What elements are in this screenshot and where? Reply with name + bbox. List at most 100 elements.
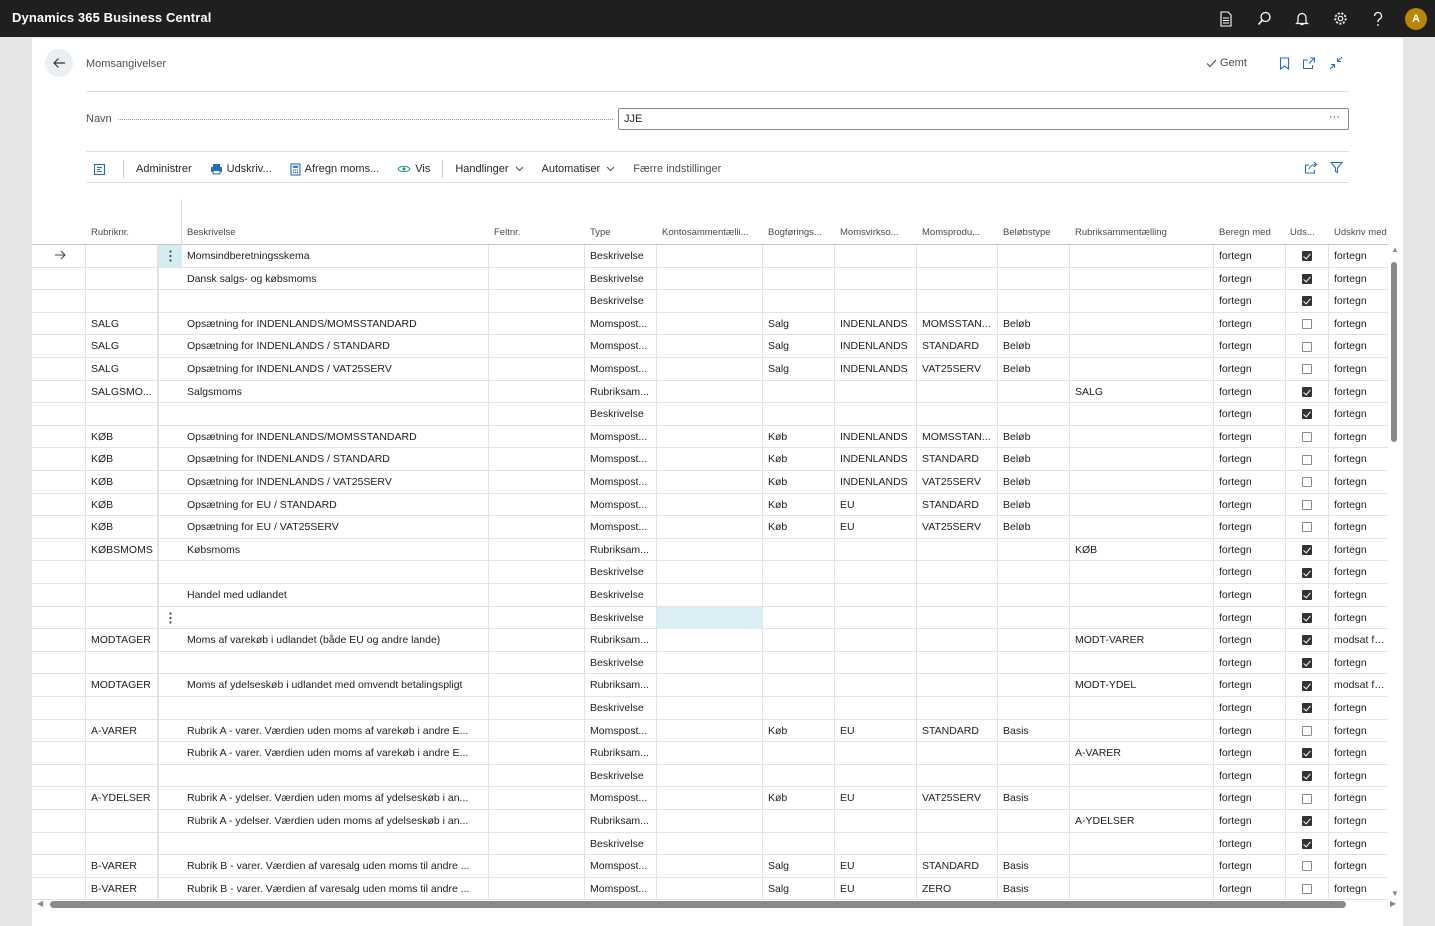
cell-rubriksammentaelling[interactable] [1070, 832, 1214, 856]
table-row[interactable]: Beskrivelse fortegn fortegn [32, 651, 1389, 675]
cell-beloebstype[interactable] [998, 674, 1070, 697]
cell-udskriv-med[interactable]: fortegn [1329, 245, 1389, 268]
row-selector[interactable] [32, 561, 86, 584]
cell-beloebstype[interactable] [998, 538, 1070, 562]
cell-beskrivelse[interactable]: Opsætning for INDENLANDS / VAT25SERV [182, 471, 489, 494]
cell-beskrivelse[interactable]: Opsætning for EU / VAT25SERV [182, 516, 489, 539]
col-momsvirksomhed-header[interactable]: Momsvirkso... [835, 221, 917, 245]
table-row[interactable]: KØBSMOMS Købsmoms Rubriksam... KØB fortegn fo… [32, 538, 1388, 562]
print-checkbox[interactable] [1302, 590, 1312, 601]
cell-momsprodukt[interactable]: VAT25SERV [917, 471, 998, 494]
col-udskriv-header[interactable]: Uds... [1286, 221, 1329, 245]
cell-momsprodukt[interactable] [917, 245, 998, 268]
print-checkbox[interactable] [1302, 771, 1312, 782]
cell-type[interactable]: Beskrivelse [585, 267, 657, 291]
cell-type[interactable]: Momspost... [585, 448, 657, 471]
cell-kontosammentaelling[interactable] [657, 651, 763, 675]
cell-beloebstype[interactable] [998, 290, 1070, 313]
table-row[interactable]: KØB Opsætning for INDENLANDS/MOMSSTANDARD… [32, 425, 1388, 449]
cell-udskriv-med[interactable]: fortegn [1329, 335, 1389, 358]
cell-momsprodukt[interactable]: STANDARD [917, 493, 998, 517]
cell-rubriksammentaelling[interactable]: SALG [1070, 380, 1214, 404]
cell-udskriv-med[interactable]: fortegn [1329, 313, 1389, 336]
row-selector[interactable] [32, 493, 86, 517]
col-beregn-med-header[interactable]: Beregn med [1214, 221, 1286, 245]
table-row[interactable]: Beskrivelse fortegn fortegn [32, 697, 1388, 720]
cell-bogfoeringstype[interactable]: Salg [763, 312, 835, 336]
cell-kontosammentaelling[interactable] [657, 493, 763, 517]
table-row[interactable]: SALG Opsætning for INDENLANDS/MOMSSTANDAR… [32, 312, 1389, 336]
cell-beregn-med[interactable]: fortegn [1214, 403, 1286, 426]
action-udskriv[interactable]: Udskriv... [201, 156, 281, 182]
cell-momsprodukt[interactable]: MOMSSTAN... [917, 425, 998, 449]
cell-beregn-med[interactable]: fortegn [1214, 290, 1286, 313]
cell-momsprodukt[interactable] [917, 697, 998, 720]
row-selector[interactable] [32, 674, 86, 697]
cell-beregn-med[interactable]: fortegn [1214, 629, 1286, 652]
print-checkbox[interactable] [1302, 319, 1312, 330]
print-checkbox[interactable] [1302, 364, 1312, 375]
cell-momsvirksomhed[interactable]: EU [835, 719, 917, 743]
cell-momsvirksomhed[interactable]: EU [835, 787, 917, 810]
row-selector[interactable] [32, 358, 86, 381]
cell-udskriv-med[interactable]: fortegn [1329, 742, 1389, 765]
cell-type[interactable]: Beskrivelse [585, 403, 657, 426]
cell-kontosammentaelling[interactable] [657, 403, 763, 426]
cell-momsvirksomhed[interactable]: EU [835, 493, 917, 517]
table-row[interactable]: B-VARER Rubrik B - varer. Værdien af vare… [32, 855, 1388, 878]
cell-rubriksammentaelling[interactable]: A-VARER [1070, 742, 1214, 765]
cell-momsvirksomhed[interactable] [835, 742, 917, 765]
cell-udskriv-med[interactable]: fortegn [1329, 381, 1389, 404]
horizontal-scrollbar[interactable]: ◀ ▶ [32, 898, 1403, 910]
cell-bogfoeringstype[interactable] [763, 810, 835, 833]
cell-beloebstype[interactable]: Basis [998, 787, 1070, 810]
cell-udskriv-med[interactable]: fortegn [1329, 697, 1389, 720]
cell-beskrivelse[interactable]: Opsætning for EU / STANDARD [182, 493, 489, 517]
cell-type[interactable]: Momspost... [585, 312, 657, 336]
cell-kontosammentaelling[interactable] [657, 471, 763, 494]
cell-beregn-med[interactable]: fortegn [1214, 358, 1286, 381]
table-row[interactable]: SALGSMO... Salgsmoms Rubriksam... SALG forte… [32, 380, 1389, 404]
table-row[interactable]: KØB Opsætning for EU / STANDARD Momspost..… [32, 493, 1388, 517]
cell-udskriv-med[interactable]: fortegn [1329, 652, 1389, 675]
open-new-window-icon[interactable] [1301, 55, 1317, 71]
cell-udskriv-med[interactable]: fortegn [1329, 403, 1389, 426]
table-row[interactable]: KØB Opsætning for INDENLANDS / VAT25SERV M… [32, 471, 1388, 494]
row-selector[interactable] [32, 380, 86, 404]
cell-rubriknr[interactable]: KØB [86, 425, 158, 449]
cell-rubriksammentaelling[interactable]: MODT-VARER [1070, 629, 1214, 652]
row-selector[interactable] [32, 855, 86, 878]
scroll-down-icon[interactable]: ▼ [1391, 889, 1399, 898]
cell-beregn-med[interactable]: fortegn [1214, 493, 1286, 517]
cell-momsvirksomhed[interactable]: INDENLANDS [835, 471, 917, 494]
cell-beregn-med[interactable]: fortegn [1214, 742, 1286, 765]
cell-udskriv-med[interactable]: fortegn [1329, 290, 1389, 313]
cell-beregn-med[interactable]: fortegn [1214, 380, 1286, 404]
cell-beloebstype[interactable] [998, 697, 1070, 720]
print-checkbox[interactable] [1302, 545, 1312, 556]
cell-rubriknr[interactable] [86, 290, 158, 313]
cell-beskrivelse[interactable]: Dansk salgs- og købsmoms [182, 267, 489, 291]
col-beskrivelse-header[interactable]: Beskrivelse [182, 221, 489, 245]
cell-beregn-med[interactable]: fortegn [1214, 832, 1286, 856]
cell-udskriv-med[interactable]: fortegn [1329, 765, 1389, 788]
cell-udskriv-med[interactable]: fortegn [1329, 855, 1389, 878]
cell-kontosammentaelling[interactable] [657, 245, 763, 268]
cell-momsprodukt[interactable] [917, 651, 998, 675]
cell-feltnr[interactable] [489, 358, 585, 381]
cell-bogfoeringstype[interactable] [763, 245, 835, 268]
cell-kontosammentaelling[interactable] [657, 425, 763, 449]
table-row[interactable]: Momsindberetningsskema Beskrivelse fortegn… [32, 245, 1388, 268]
cell-kontosammentaelling[interactable] [657, 764, 763, 788]
cell-feltnr[interactable] [489, 764, 585, 788]
help-icon[interactable] [1359, 0, 1397, 37]
cell-beskrivelse[interactable]: Rubrik B - varer. Værdien af varesalg ud… [182, 855, 489, 878]
cell-momsvirksomhed[interactable] [835, 403, 917, 426]
cell-rubriksammentaelling[interactable] [1070, 764, 1214, 788]
cell-momsvirksomhed[interactable]: INDENLANDS [835, 312, 917, 336]
cell-beskrivelse[interactable]: Rubrik A - ydelser. Værdien uden moms af… [182, 787, 489, 810]
cell-type[interactable]: Rubriksam... [585, 810, 657, 833]
cell-momsvirksomhed[interactable] [835, 584, 917, 607]
row-selector[interactable] [32, 742, 86, 765]
cell-momsvirksomhed[interactable] [835, 245, 917, 268]
